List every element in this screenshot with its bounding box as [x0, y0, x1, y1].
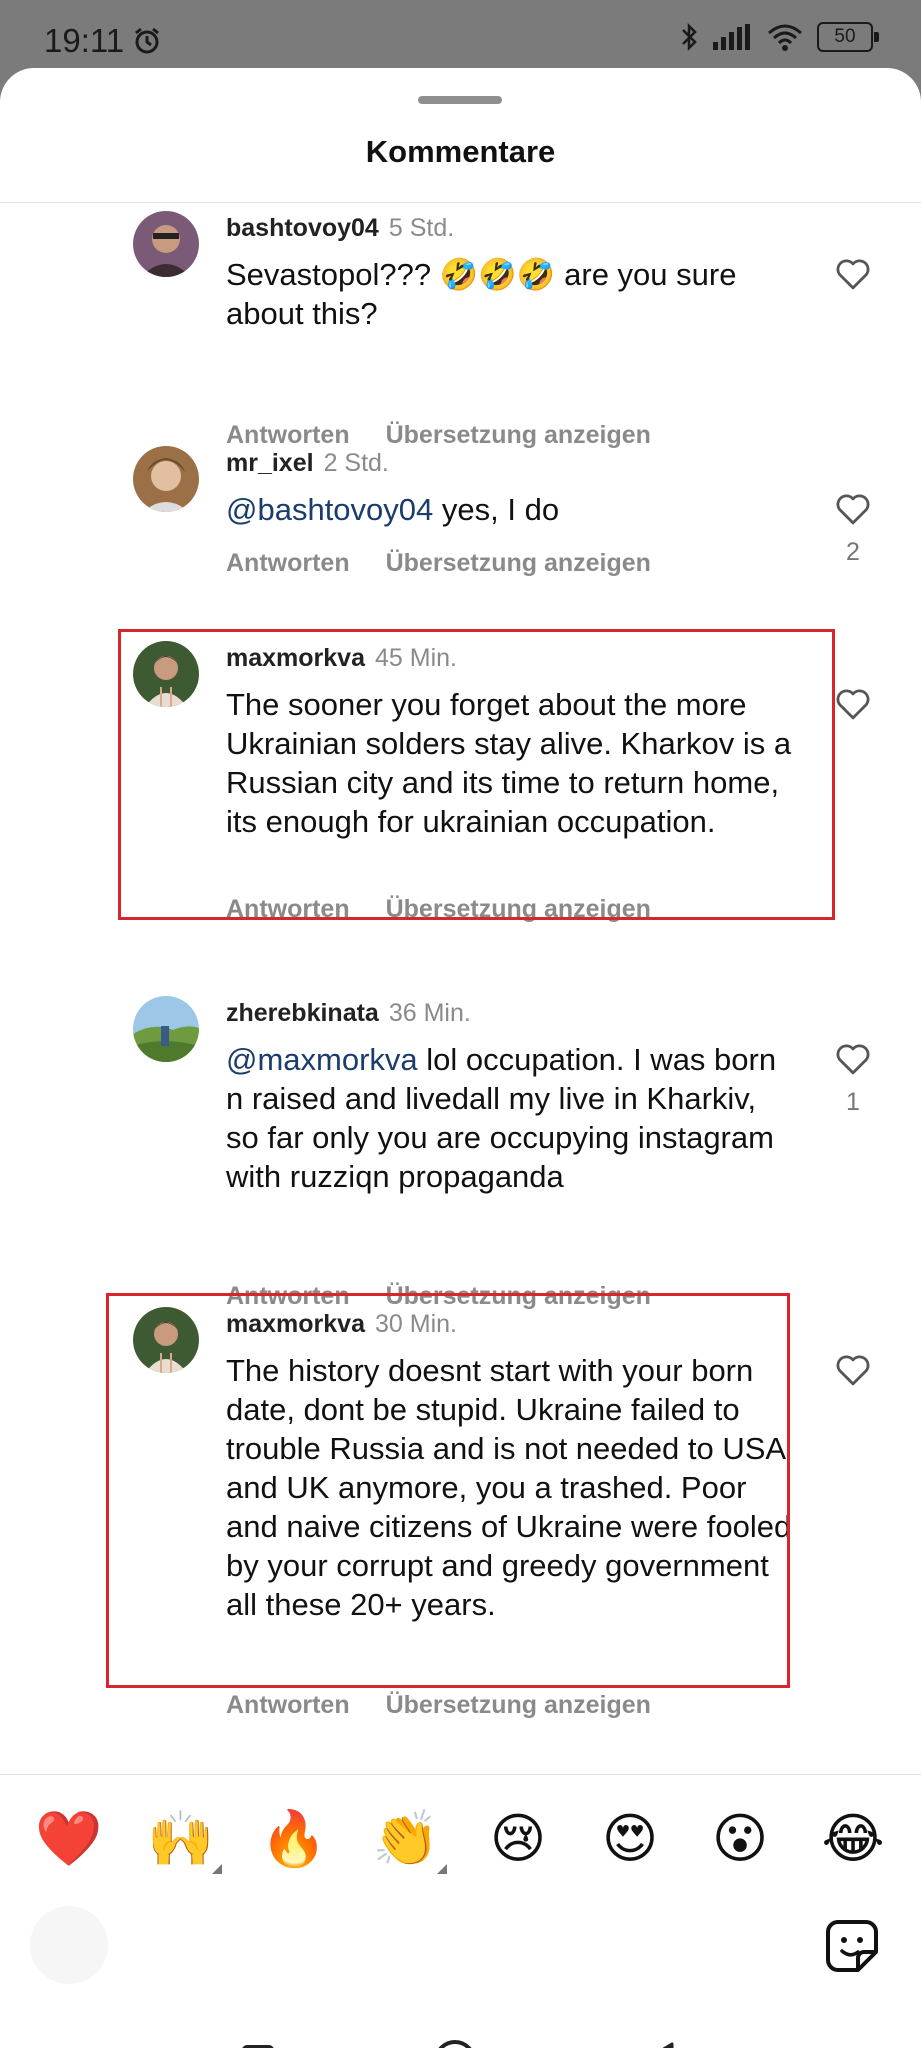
comment-username[interactable]: maxmorkva [226, 644, 365, 672]
like-count: 1 [846, 1088, 860, 1116]
emoji-laughing[interactable]: 😂 [818, 1804, 888, 1874]
comment-username[interactable]: maxmorkva [226, 1310, 365, 1338]
heart-icon[interactable] [834, 1353, 872, 1387]
status-time: 19:11 [44, 22, 125, 59]
comment-time: 45 Min. [374, 644, 457, 672]
emoji-fire[interactable]: 🔥 [259, 1804, 329, 1874]
comment-body: yes, I do [433, 492, 560, 527]
emoji-raised-hands[interactable]: 🙌 [146, 1804, 222, 1874]
alarm-icon [135, 27, 159, 54]
emoji-crying[interactable]: 😢 [483, 1804, 553, 1874]
emoji-clapping-glyph: 👏 [372, 1807, 440, 1870]
battery-icon: 50 [817, 22, 879, 52]
heart-icon[interactable] [834, 687, 872, 721]
skin-tone-indicator [437, 1864, 447, 1874]
comment-time: 36 Min. [388, 999, 471, 1027]
signal-icon [713, 24, 750, 50]
emoji-heart[interactable]: ❤️ [34, 1804, 104, 1874]
comment-text: The sooner you forget about the more Ukr… [226, 685, 796, 841]
wifi-icon [768, 24, 802, 51]
emoji-surprised[interactable]: 😮 [705, 1804, 775, 1874]
status-icons: 50 [679, 22, 879, 52]
heart-icon[interactable] [834, 257, 872, 291]
comment-mention[interactable]: @bashtovoy04 [226, 492, 433, 527]
comment-text: @maxmorkva lol occupation. I was born n … [226, 1040, 796, 1196]
user-avatar [30, 1906, 108, 1984]
comment-composer [0, 1892, 921, 2002]
comment-body: Sevastopol??? 🤣🤣🤣 are you sure about thi… [226, 257, 737, 331]
emoji-bar: ❤️ 🙌 🔥 👏 😢 😍 😮 😂 [0, 1774, 921, 1892]
avatar[interactable] [133, 1307, 199, 1373]
comment-text: The history doesnt start with your born … [226, 1351, 796, 1624]
comment-time: 30 Min. [374, 1310, 457, 1338]
emoji-raised-hands-glyph: 🙌 [147, 1807, 215, 1870]
comment-username[interactable]: mr_ixel [226, 449, 314, 477]
translate-button[interactable]: Übersetzung anzeigen [386, 1691, 651, 1719]
status-bar: 19:11 50 [0, 0, 921, 72]
reply-button[interactable]: Antworten [226, 1282, 350, 1310]
heart-icon[interactable] [834, 1042, 872, 1076]
emoji-clapping[interactable]: 👏 [371, 1804, 447, 1874]
avatar[interactable] [133, 211, 199, 277]
translate-button[interactable]: Übersetzung anzeigen [386, 1282, 651, 1310]
home-button[interactable] [432, 2038, 478, 2048]
translate-button[interactable]: Übersetzung anzeigen [386, 549, 651, 577]
like-count: 2 [846, 538, 860, 566]
avatar[interactable] [133, 446, 199, 512]
system-nav-bar [0, 2002, 921, 2048]
emoji-heart-eyes[interactable]: 😍 [595, 1804, 665, 1874]
comment-time: 5 Std. [388, 214, 455, 242]
sticker-icon[interactable] [824, 1918, 880, 1974]
skin-tone-indicator [212, 1864, 222, 1874]
comment-text: @bashtovoy04 yes, I do [226, 490, 796, 529]
avatar[interactable] [133, 641, 199, 707]
comment-time: 2 Std. [323, 449, 389, 477]
reply-button[interactable]: Antworten [226, 1691, 350, 1719]
comment-mention[interactable]: @maxmorkva [226, 1042, 418, 1077]
drag-handle[interactable] [418, 96, 502, 104]
reply-button[interactable]: Antworten [226, 895, 350, 923]
reply-button[interactable]: Antworten [226, 421, 350, 449]
avatar[interactable] [133, 996, 199, 1062]
comments-sheet: Kommentare bashtovoy04 5 Std. Sevastopol?… [0, 68, 921, 2048]
back-button[interactable] [638, 2042, 674, 2048]
heart-icon[interactable] [834, 492, 872, 526]
comment-username[interactable]: zherebkinata [226, 999, 379, 1027]
comment-text: Sevastopol??? 🤣🤣🤣 are you sure about thi… [226, 255, 796, 333]
translate-button[interactable]: Übersetzung anzeigen [386, 421, 651, 449]
translate-button[interactable]: Übersetzung anzeigen [386, 895, 651, 923]
comment-body: The history doesnt start with your born … [226, 1353, 792, 1622]
reply-button[interactable]: Antworten [226, 549, 350, 577]
bluetooth-icon [682, 22, 697, 52]
comment-username[interactable]: bashtovoy04 [226, 214, 379, 242]
divider [0, 202, 921, 203]
comment-body: The sooner you forget about the more Ukr… [226, 687, 792, 839]
sheet-title: Kommentare [365, 134, 556, 169]
divider [0, 1774, 921, 1775]
